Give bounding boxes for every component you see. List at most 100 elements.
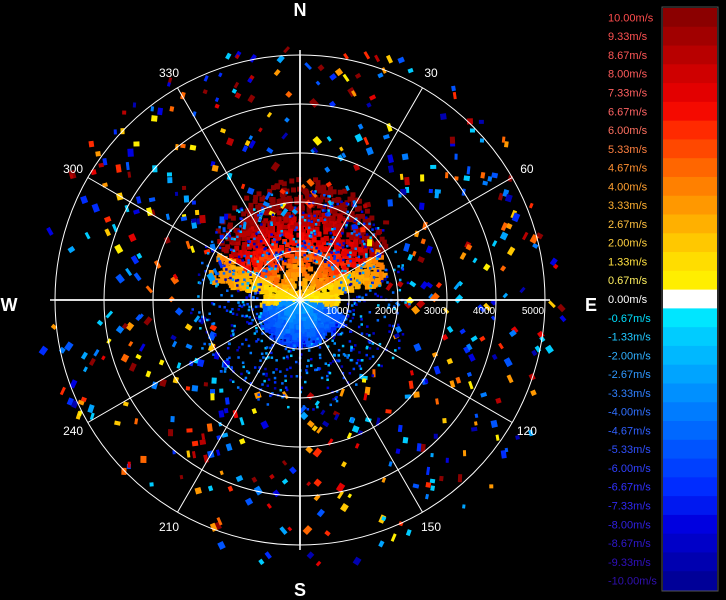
echo-cell [399, 173, 404, 181]
echo-cell [371, 281, 374, 285]
echo-cell [212, 353, 215, 356]
echo-cell [206, 318, 209, 322]
echo-cell [365, 346, 369, 350]
echo-cell [127, 148, 134, 157]
echo-cell [270, 197, 276, 203]
echo-cell [282, 196, 288, 202]
echo-cell [384, 278, 387, 281]
echo-cell [412, 483, 420, 489]
echo-cell [215, 231, 218, 234]
echo-cell [331, 360, 335, 363]
echo-cell [219, 216, 225, 224]
echo-cell [418, 202, 425, 211]
echo-cell [239, 416, 245, 426]
echo-cell [246, 282, 250, 285]
echo-cell [226, 358, 229, 361]
echo-cell [232, 249, 236, 253]
echo-cell [400, 188, 407, 196]
echo-cell [216, 272, 220, 276]
echo-cell [372, 223, 376, 227]
echo-cell [301, 215, 304, 219]
echo-cell [214, 333, 217, 337]
echo-cell [230, 324, 234, 327]
echo-cell [253, 242, 256, 246]
echo-cell [329, 403, 333, 407]
echo-cell [359, 367, 363, 370]
legend-swatch [663, 120, 717, 140]
echo-cell [388, 324, 391, 327]
echo-cell [93, 349, 100, 357]
echo-cell [368, 357, 372, 360]
echo-cell [289, 366, 292, 370]
echo-cell [246, 302, 249, 306]
echo-cell [259, 312, 263, 315]
bearing-label: 330 [159, 66, 179, 80]
echo-cell [132, 102, 137, 108]
echo-cell [347, 276, 350, 279]
echo-cell [273, 381, 277, 384]
legend-label: -0.67m/s [608, 313, 651, 325]
echo-cell [290, 354, 293, 358]
echo-cell [318, 346, 322, 349]
echo-cell [260, 223, 263, 226]
echo-cell [194, 209, 200, 216]
echo-cell [324, 530, 331, 537]
echo-cell [145, 370, 152, 378]
echo-cell [91, 203, 100, 213]
echo-cell [346, 356, 349, 359]
echo-cell [292, 263, 298, 269]
echo-cell [301, 244, 305, 248]
legend-label: 8.00m/s [608, 69, 648, 81]
echo-cell [284, 379, 287, 383]
echo-cell [506, 374, 514, 384]
echo-cell [548, 300, 556, 309]
echo-cell [401, 267, 405, 271]
echo-cell [268, 286, 274, 292]
echo-cell [247, 344, 251, 348]
echo-cell [318, 244, 324, 250]
echo-cell [199, 327, 202, 330]
echo-cell [445, 172, 449, 179]
echo-cell [165, 213, 170, 221]
echo-cell [283, 339, 287, 342]
echo-cell [473, 421, 478, 426]
echo-cell [306, 481, 312, 487]
echo-cell [309, 235, 313, 238]
echo-cell [275, 240, 279, 244]
echo-cell [245, 296, 248, 299]
echo-cell [287, 405, 290, 409]
echo-cell [255, 340, 258, 343]
echo-cell [255, 326, 258, 330]
legend-swatch [663, 176, 717, 197]
echo-cell [489, 484, 494, 489]
echo-cell [191, 308, 194, 311]
legend-label: 1.33m/s [608, 256, 648, 268]
echo-cell [267, 265, 271, 269]
echo-cell [372, 265, 376, 269]
legend-label: 6.00m/s [608, 125, 648, 137]
echo-cell [170, 334, 177, 341]
echo-cell [362, 203, 368, 209]
echo-cell [378, 342, 382, 346]
echo-cell [408, 380, 414, 389]
echo-cell [230, 366, 233, 369]
echo-cell [463, 175, 471, 182]
echo-cell [302, 405, 306, 408]
echo-cell [317, 272, 323, 278]
echo-cell [425, 281, 433, 289]
echo-cell [264, 275, 268, 278]
range-label: 4000 [473, 306, 496, 317]
echo-cell [227, 224, 233, 230]
echo-cell [260, 420, 269, 430]
echo-cell [306, 551, 315, 560]
echo-cell [249, 255, 253, 258]
echo-cell [348, 310, 352, 313]
echo-cell [320, 317, 326, 323]
echo-cell [275, 251, 278, 255]
echo-cell [309, 194, 312, 197]
echo-cell [237, 255, 241, 259]
echo-cell [468, 380, 474, 390]
echo-cell [365, 353, 368, 357]
echo-cell [241, 300, 245, 304]
echo-cell [377, 229, 383, 235]
